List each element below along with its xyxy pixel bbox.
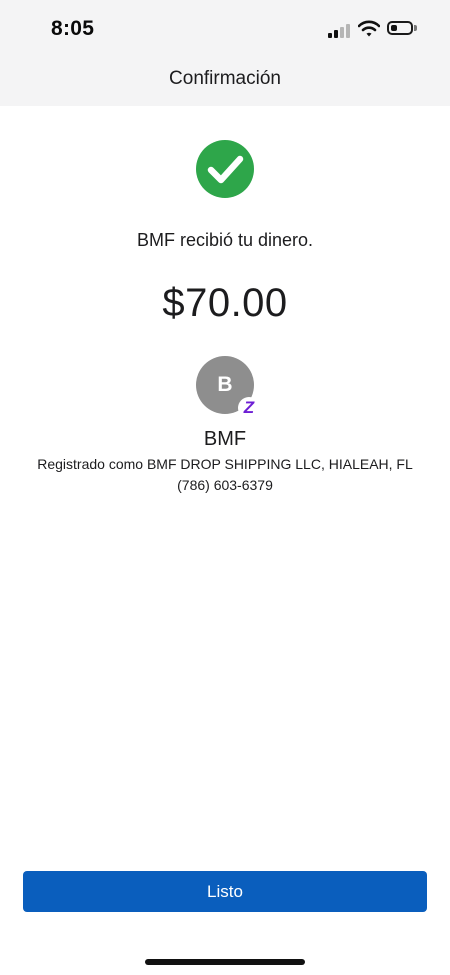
battery-cap xyxy=(414,25,417,31)
battery-icon xyxy=(387,21,413,35)
header-bar: 8:05 Confirmación xyxy=(0,0,450,106)
registered-as-text: Registrado como BMF DROP SHIPPING LLC, H… xyxy=(37,456,413,472)
cellular-signal-icon xyxy=(328,24,352,38)
status-time: 8:05 xyxy=(51,17,95,40)
wifi-icon xyxy=(357,20,381,38)
home-indicator[interactable] xyxy=(145,959,305,965)
page-title: Confirmación xyxy=(169,68,281,89)
amount: $70.00 xyxy=(162,281,288,325)
zelle-icon: Z xyxy=(238,397,260,419)
confirmation-message: BMF recibió tu dinero. xyxy=(136,230,314,250)
checkmark-circle-icon xyxy=(196,140,254,198)
recipient-phone: (786) 603-6379 xyxy=(177,477,273,493)
battery-level xyxy=(391,25,397,31)
recipient-name: BMF xyxy=(203,428,247,450)
done-button[interactable]: Listo xyxy=(23,871,427,912)
